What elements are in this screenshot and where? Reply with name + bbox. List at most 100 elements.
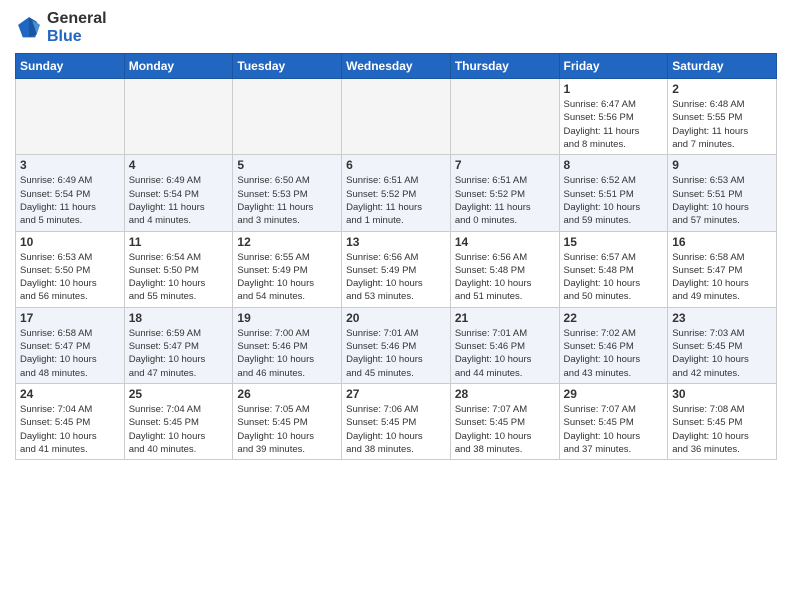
calendar-cell: 27Sunrise: 7:06 AM Sunset: 5:45 PM Dayli… xyxy=(342,383,451,459)
day-number: 17 xyxy=(20,311,120,325)
calendar: SundayMondayTuesdayWednesdayThursdayFrid… xyxy=(15,53,777,460)
calendar-cell: 6 Sunrise: 6:51 AM Sunset: 5:52 PM Daylig… xyxy=(342,155,451,231)
day-info: Sunrise: 6:49 AM Sunset: 5:54 PM Dayligh… xyxy=(129,174,229,227)
day-info: Sunrise: 7:01 AM Sunset: 5:46 PM Dayligh… xyxy=(455,327,555,380)
weekday-header-wednesday: Wednesday xyxy=(342,54,451,79)
calendar-week-row: 10Sunrise: 6:53 AM Sunset: 5:50 PM Dayli… xyxy=(16,231,777,307)
day-number: 28 xyxy=(455,387,555,401)
day-number: 21 xyxy=(455,311,555,325)
day-number: 23 xyxy=(672,311,772,325)
calendar-cell: 14Sunrise: 6:56 AM Sunset: 5:48 PM Dayli… xyxy=(450,231,559,307)
calendar-cell: 16 Sunrise: 6:58 AM Sunset: 5:47 PM Dayli… xyxy=(668,231,777,307)
logo-text: General Blue xyxy=(47,10,107,45)
calendar-cell: 12 Sunrise: 6:55 AM Sunset: 5:49 PM Dayli… xyxy=(233,231,342,307)
day-info: Sunrise: 7:00 AM Sunset: 5:46 PM Dayligh… xyxy=(237,327,337,380)
day-number: 7 xyxy=(455,158,555,172)
calendar-cell: 15 Sunrise: 6:57 AM Sunset: 5:48 PM Dayli… xyxy=(559,231,668,307)
calendar-week-row: 17 Sunrise: 6:58 AM Sunset: 5:47 PM Dayli… xyxy=(16,307,777,383)
day-number: 8 xyxy=(564,158,664,172)
day-number: 16 xyxy=(672,235,772,249)
day-number: 6 xyxy=(346,158,446,172)
day-number: 9 xyxy=(672,158,772,172)
day-number: 18 xyxy=(129,311,229,325)
calendar-cell xyxy=(233,79,342,155)
day-number: 3 xyxy=(20,158,120,172)
weekday-header-saturday: Saturday xyxy=(668,54,777,79)
weekday-header-row: SundayMondayTuesdayWednesdayThursdayFrid… xyxy=(16,54,777,79)
calendar-cell: 17 Sunrise: 6:58 AM Sunset: 5:47 PM Dayli… xyxy=(16,307,125,383)
day-number: 12 xyxy=(237,235,337,249)
day-number: 22 xyxy=(564,311,664,325)
day-info: Sunrise: 6:55 AM Sunset: 5:49 PM Dayligh… xyxy=(237,251,337,304)
day-number: 30 xyxy=(672,387,772,401)
weekday-header-tuesday: Tuesday xyxy=(233,54,342,79)
day-info: Sunrise: 7:07 AM Sunset: 5:45 PM Dayligh… xyxy=(564,403,664,456)
calendar-cell: 4 Sunrise: 6:49 AM Sunset: 5:54 PM Daylig… xyxy=(124,155,233,231)
calendar-week-row: 1Sunrise: 6:47 AM Sunset: 5:56 PM Daylig… xyxy=(16,79,777,155)
day-info: Sunrise: 6:58 AM Sunset: 5:47 PM Dayligh… xyxy=(672,251,772,304)
calendar-cell: 3 Sunrise: 6:49 AM Sunset: 5:54 PM Daylig… xyxy=(16,155,125,231)
calendar-cell xyxy=(124,79,233,155)
day-info: Sunrise: 6:54 AM Sunset: 5:50 PM Dayligh… xyxy=(129,251,229,304)
calendar-cell: 24 Sunrise: 7:04 AM Sunset: 5:45 PM Dayli… xyxy=(16,383,125,459)
day-info: Sunrise: 6:51 AM Sunset: 5:52 PM Dayligh… xyxy=(455,174,555,227)
day-info: Sunrise: 7:04 AM Sunset: 5:45 PM Dayligh… xyxy=(129,403,229,456)
day-info: Sunrise: 6:52 AM Sunset: 5:51 PM Dayligh… xyxy=(564,174,664,227)
day-number: 27 xyxy=(346,387,446,401)
calendar-cell: 10Sunrise: 6:53 AM Sunset: 5:50 PM Dayli… xyxy=(16,231,125,307)
day-info: Sunrise: 6:51 AM Sunset: 5:52 PM Dayligh… xyxy=(346,174,446,227)
day-info: Sunrise: 6:48 AM Sunset: 5:55 PM Dayligh… xyxy=(672,98,772,151)
day-number: 13 xyxy=(346,235,446,249)
calendar-cell: 7 Sunrise: 6:51 AM Sunset: 5:52 PM Daylig… xyxy=(450,155,559,231)
calendar-cell: 25 Sunrise: 7:04 AM Sunset: 5:45 PM Dayli… xyxy=(124,383,233,459)
day-number: 11 xyxy=(129,235,229,249)
day-number: 24 xyxy=(20,387,120,401)
day-number: 25 xyxy=(129,387,229,401)
day-number: 4 xyxy=(129,158,229,172)
day-info: Sunrise: 6:58 AM Sunset: 5:47 PM Dayligh… xyxy=(20,327,120,380)
calendar-cell: 26 Sunrise: 7:05 AM Sunset: 5:45 PM Dayli… xyxy=(233,383,342,459)
calendar-cell: 29 Sunrise: 7:07 AM Sunset: 5:45 PM Dayli… xyxy=(559,383,668,459)
header: General Blue xyxy=(15,10,777,45)
calendar-cell: 2 Sunrise: 6:48 AM Sunset: 5:55 PM Daylig… xyxy=(668,79,777,155)
day-info: Sunrise: 6:56 AM Sunset: 5:49 PM Dayligh… xyxy=(346,251,446,304)
day-number: 10 xyxy=(20,235,120,249)
day-info: Sunrise: 7:05 AM Sunset: 5:45 PM Dayligh… xyxy=(237,403,337,456)
day-info: Sunrise: 7:01 AM Sunset: 5:46 PM Dayligh… xyxy=(346,327,446,380)
day-number: 2 xyxy=(672,82,772,96)
day-info: Sunrise: 7:07 AM Sunset: 5:45 PM Dayligh… xyxy=(455,403,555,456)
weekday-header-thursday: Thursday xyxy=(450,54,559,79)
calendar-cell: 1Sunrise: 6:47 AM Sunset: 5:56 PM Daylig… xyxy=(559,79,668,155)
day-info: Sunrise: 6:50 AM Sunset: 5:53 PM Dayligh… xyxy=(237,174,337,227)
calendar-week-row: 24 Sunrise: 7:04 AM Sunset: 5:45 PM Dayli… xyxy=(16,383,777,459)
day-number: 1 xyxy=(564,82,664,96)
logo-blue: Blue xyxy=(47,28,82,45)
calendar-cell xyxy=(16,79,125,155)
day-info: Sunrise: 6:49 AM Sunset: 5:54 PM Dayligh… xyxy=(20,174,120,227)
day-number: 15 xyxy=(564,235,664,249)
logo: General Blue xyxy=(15,10,107,45)
day-number: 14 xyxy=(455,235,555,249)
day-info: Sunrise: 6:53 AM Sunset: 5:51 PM Dayligh… xyxy=(672,174,772,227)
calendar-cell: 8 Sunrise: 6:52 AM Sunset: 5:51 PM Daylig… xyxy=(559,155,668,231)
calendar-cell: 21 Sunrise: 7:01 AM Sunset: 5:46 PM Dayli… xyxy=(450,307,559,383)
day-number: 5 xyxy=(237,158,337,172)
day-number: 19 xyxy=(237,311,337,325)
day-number: 29 xyxy=(564,387,664,401)
calendar-cell: 13 Sunrise: 6:56 AM Sunset: 5:49 PM Dayli… xyxy=(342,231,451,307)
day-info: Sunrise: 7:02 AM Sunset: 5:46 PM Dayligh… xyxy=(564,327,664,380)
calendar-cell: 28 Sunrise: 7:07 AM Sunset: 5:45 PM Dayli… xyxy=(450,383,559,459)
day-info: Sunrise: 7:08 AM Sunset: 5:45 PM Dayligh… xyxy=(672,403,772,456)
calendar-cell: 9 Sunrise: 6:53 AM Sunset: 5:51 PM Daylig… xyxy=(668,155,777,231)
day-info: Sunrise: 7:04 AM Sunset: 5:45 PM Dayligh… xyxy=(20,403,120,456)
calendar-cell: 11 Sunrise: 6:54 AM Sunset: 5:50 PM Dayli… xyxy=(124,231,233,307)
calendar-cell: 23 Sunrise: 7:03 AM Sunset: 5:45 PM Dayli… xyxy=(668,307,777,383)
page: General Blue SundayMondayTuesdayWednesda… xyxy=(0,0,792,470)
calendar-cell: 22 Sunrise: 7:02 AM Sunset: 5:46 PM Dayli… xyxy=(559,307,668,383)
calendar-week-row: 3 Sunrise: 6:49 AM Sunset: 5:54 PM Daylig… xyxy=(16,155,777,231)
day-number: 26 xyxy=(237,387,337,401)
day-info: Sunrise: 6:57 AM Sunset: 5:48 PM Dayligh… xyxy=(564,251,664,304)
day-info: Sunrise: 7:03 AM Sunset: 5:45 PM Dayligh… xyxy=(672,327,772,380)
logo-icon xyxy=(15,14,43,42)
day-number: 20 xyxy=(346,311,446,325)
